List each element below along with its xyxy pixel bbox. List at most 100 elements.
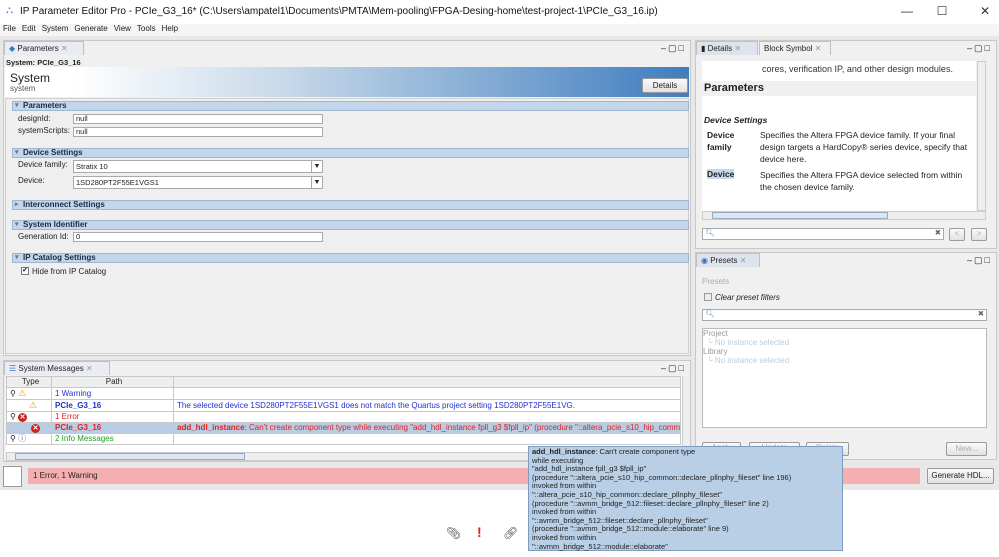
section-ip-catalog-settings[interactable]: IP Catalog Settings (12, 253, 689, 263)
panel-controls[interactable]: –▢□ (661, 43, 686, 54)
title-bar: ⛬ IP Parameter Editor Pro - PCIe_G3_16* … (0, 0, 999, 24)
clear-filters-checkbox[interactable] (704, 293, 712, 301)
close-tab-icon[interactable]: ✕ (734, 44, 741, 53)
messages-table: Type Path ⚲ ⚠ 1 Warning ⚠ PCIe_G3_16 The sel… (6, 376, 690, 452)
menu-edit[interactable]: Edit (22, 24, 36, 34)
table-row[interactable]: ⚲ ✕ 1 Error (6, 411, 681, 423)
details-search-input[interactable]: 🔍︎ ✖ (702, 228, 944, 240)
table-row-selected[interactable]: ✕ PCIe_G3_16 add_hdl_instance: Can't creat… (6, 422, 681, 434)
paperclip-icon[interactable]: 📎︎ (446, 526, 461, 540)
table-row[interactable]: ⚠ PCIe_G3_16 The selected device 1SD280PT2… (6, 399, 681, 412)
tree-project[interactable]: Project (703, 329, 986, 338)
term-device-family: Device family (707, 130, 735, 152)
close-tab-icon[interactable]: ✕ (61, 44, 68, 53)
device-label: Device: (18, 176, 45, 185)
close-tab-icon[interactable]: ✕ (740, 256, 747, 265)
panel-controls[interactable]: –▢□ (967, 255, 992, 266)
generate-hdl-button[interactable]: Generate HDL... (927, 468, 994, 484)
close-tab-icon[interactable]: ✕ (815, 44, 822, 53)
table-row[interactable]: ⚲ ⚠ 1 Warning (6, 387, 681, 400)
new-button[interactable]: New... (946, 442, 987, 456)
section-interconnect-settings[interactable]: Interconnect Settings (12, 200, 689, 210)
alert-icon[interactable]: ! (477, 524, 482, 540)
menu-system[interactable]: System (42, 24, 69, 34)
link-icon[interactable]: 🔗︎ (503, 526, 518, 540)
clear-icon[interactable]: ✖ (935, 229, 941, 237)
close-tab-icon[interactable]: ✕ (86, 364, 93, 373)
details-cut-text: cores, verification IP, and other design… (762, 64, 953, 74)
panel-controls[interactable]: –▢□ (967, 43, 992, 54)
expand-icon[interactable]: ⚲ (10, 435, 16, 444)
tooltip-bold: add_hdl_instance (532, 447, 596, 456)
tab-block-symbol[interactable]: Block Symbol ✕ (759, 41, 831, 55)
error-icon: ✕ (31, 424, 40, 433)
details-panel: ▮ Details ✕ Block Symbol ✕ –▢□ cores, ve… (695, 40, 997, 249)
row-path: 1 Error (51, 411, 174, 423)
clear-filters-label: Clear preset filters (715, 293, 780, 302)
system-scripts-input[interactable]: null (73, 127, 323, 137)
col-message[interactable] (173, 376, 681, 388)
messages-icon: ☰ (9, 364, 19, 373)
generation-id-label: Generation Id: (18, 232, 69, 241)
tab-parameters[interactable]: ◆ Parameters ✕ (4, 41, 84, 55)
panel-controls[interactable]: –▢□ (661, 363, 686, 374)
col-path[interactable]: Path (51, 376, 174, 388)
term-device: Device (707, 169, 735, 179)
minimize-button[interactable]: — (897, 4, 917, 18)
presets-panel: ◉ Presets ✕ –▢□ Presets Clear preset fil… (695, 252, 997, 460)
vertical-scrollbar[interactable] (977, 61, 986, 211)
tab-label: Details (707, 44, 733, 53)
hide-from-catalog-checkbox[interactable]: ✔ (21, 267, 29, 275)
vertical-scrollbar[interactable] (682, 376, 690, 452)
window-title: IP Parameter Editor Pro - PCIe_G3_16* (C… (20, 6, 658, 17)
details-heading: Parameters (702, 81, 976, 96)
device-family-select[interactable]: Stratix 10 ▼ (73, 160, 323, 173)
col-type[interactable]: Type (6, 376, 52, 388)
scroll-thumb[interactable] (712, 212, 888, 219)
search-icon: 🔍︎ (705, 228, 715, 237)
design-id-input[interactable]: null (73, 114, 323, 124)
generation-id-input[interactable]: 0 (73, 232, 323, 242)
device-family-label: Device family: (18, 160, 68, 169)
close-button[interactable]: ✕ (975, 4, 995, 18)
system-header: System system Details (5, 67, 689, 97)
menu-tools[interactable]: Tools (137, 24, 156, 34)
section-device-settings[interactable]: Device Settings (12, 148, 689, 158)
chevron-down-icon[interactable]: ▼ (311, 177, 322, 188)
section-system-identifier[interactable]: System Identifier (12, 220, 689, 230)
details-content: cores, verification IP, and other design… (702, 61, 976, 211)
desc-device: Specifies the Altera FPGA device selecte… (760, 170, 963, 192)
tab-label: Block Symbol (764, 44, 813, 53)
menu-view[interactable]: View (114, 24, 131, 34)
presets-search-input[interactable]: 🔍︎ ✖ (702, 309, 987, 321)
maximize-button[interactable]: ☐ (932, 4, 952, 18)
tree-empty: └ No instance selected (707, 338, 790, 347)
tree-library[interactable]: Library (703, 347, 986, 356)
header-title: System (10, 71, 51, 85)
menu-file[interactable]: File (3, 24, 16, 34)
menu-generate[interactable]: Generate (74, 24, 107, 34)
next-button[interactable]: > (971, 228, 987, 241)
menu-bar: File Edit System Generate View Tools Help (0, 24, 999, 36)
prev-button[interactable]: < (949, 228, 965, 241)
details-button[interactable]: Details (642, 78, 688, 93)
chevron-down-icon[interactable]: ▼ (311, 161, 322, 172)
scroll-thumb[interactable] (15, 453, 245, 460)
tab-system-messages[interactable]: ☰ System Messages ✕ (4, 361, 110, 375)
clear-icon[interactable]: ✖ (978, 310, 984, 318)
parameters-panel: ◆ Parameters ✕ –▢□ System: PCIe_G3_16 Sy… (3, 40, 691, 356)
design-id-label: designId: (18, 114, 51, 123)
horizontal-scrollbar[interactable] (702, 211, 986, 220)
tab-presets[interactable]: ◉ Presets ✕ (696, 253, 760, 267)
row-path: 1 Warning (51, 387, 174, 400)
device-select[interactable]: 1SD280PT2F55E1VGS1 ▼ (73, 176, 323, 189)
expand-icon[interactable]: ⚲ (10, 413, 16, 422)
row-path: PCIe_G3_16 (51, 399, 174, 412)
tab-details[interactable]: ▮ Details ✕ (696, 41, 758, 55)
section-parameters[interactable]: Parameters (12, 101, 689, 111)
table-row[interactable]: ⚲ ⓘ 2 Info Messages (6, 433, 681, 445)
hide-from-catalog-label: Hide from IP Catalog (32, 267, 107, 276)
header-subtitle: system (10, 84, 36, 93)
expand-icon[interactable]: ⚲ (10, 389, 16, 398)
menu-help[interactable]: Help (162, 24, 178, 34)
